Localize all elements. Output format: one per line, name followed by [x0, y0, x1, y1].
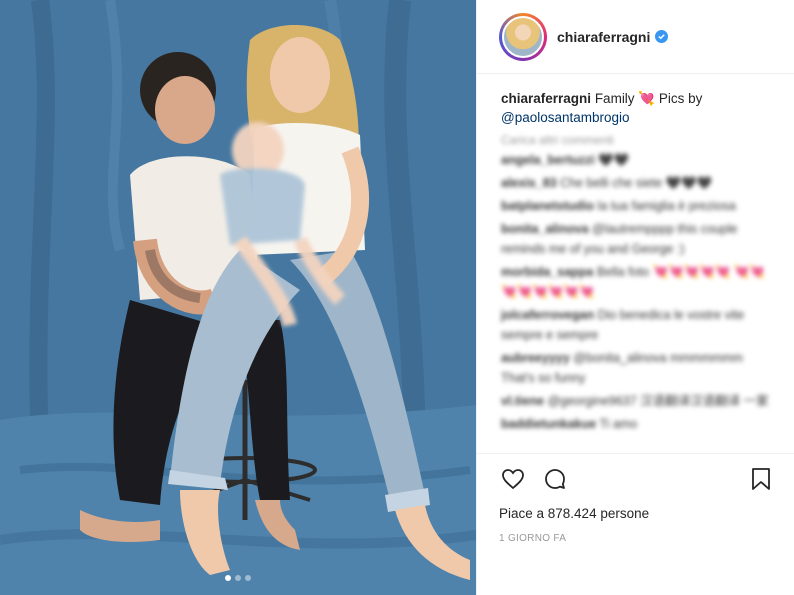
- bookmark-icon[interactable]: [747, 465, 775, 493]
- speech-bubble-icon[interactable]: [541, 465, 569, 493]
- comment-item: batplanetstudio la tua famiglia è prezio…: [501, 196, 773, 216]
- comment-item: vl.tiene @georgine9637 汉语翻译汉语翻译 一家: [501, 391, 773, 411]
- caption-author[interactable]: chiaraferragni: [501, 91, 591, 106]
- comment-item: baddietunkakue Ti amo: [501, 414, 773, 434]
- action-icons-row: [499, 464, 775, 494]
- comment-user[interactable]: alexis_83: [501, 176, 557, 190]
- avatar[interactable]: [502, 15, 544, 58]
- comment-text: @georgine9637 汉语翻译汉语翻译 一家: [547, 394, 769, 408]
- post-header: chiaraferragni: [477, 0, 794, 74]
- heart-icon[interactable]: [499, 465, 527, 493]
- comment-text: 🖤🖤: [598, 153, 630, 167]
- verified-badge-icon: [655, 30, 669, 43]
- post-actions: Piace a 878.424 persone 1 GIORNO FA: [477, 453, 794, 544]
- comment-user[interactable]: baddietunkakue: [501, 417, 596, 431]
- post-sidebar: chiaraferragni chiaraferragni Family 💘 P…: [476, 0, 794, 595]
- comment-text: Ti amo: [599, 417, 638, 431]
- comments-section[interactable]: chiaraferragni Family 💘 Pics by @paolosa…: [477, 75, 794, 453]
- carousel-dot-3[interactable]: [245, 575, 251, 581]
- post-timestamp[interactable]: 1 GIORNO FA: [499, 533, 775, 544]
- photo-illustration: [0, 0, 476, 595]
- comment-text: la tua famiglia è preziosa: [597, 199, 736, 213]
- comment-item: morbida_sappa Bella foto 💘💘💘💘💘 💘💘💘💘💘💘💘💘: [501, 262, 773, 302]
- comment-user[interactable]: morbida_sappa: [501, 265, 593, 279]
- carousel-dot-1[interactable]: [225, 575, 231, 581]
- comment-item: angela_bertuzzi 🖤🖤: [501, 150, 773, 170]
- header-username[interactable]: chiaraferragni: [557, 29, 650, 45]
- likes-count[interactable]: Piace a 878.424 persone: [499, 506, 775, 521]
- comment-item: jolcaferrovegan Dio benedica le vostre v…: [501, 305, 773, 345]
- comment-text: Che belli che siete 🖤🖤🖤: [560, 176, 713, 190]
- carousel-indicator: [225, 575, 251, 581]
- post-caption: chiaraferragni Family 💘 Pics by @paolosa…: [501, 89, 773, 127]
- comment-item: bonita_alinova @lautrempppp this couple …: [501, 219, 773, 259]
- load-more-comments[interactable]: Carica altri commenti: [501, 133, 773, 147]
- comment-item: aubreeyyyy @bonita_alinova mmmmmmm That'…: [501, 348, 773, 388]
- post-photo[interactable]: [0, 0, 476, 595]
- comment-user[interactable]: jolcaferrovegan: [501, 308, 594, 322]
- comment-user[interactable]: bonita_alinova: [501, 222, 589, 236]
- comment-user[interactable]: angela_bertuzzi: [501, 153, 595, 167]
- comment-user[interactable]: batplanetstudio: [501, 199, 594, 213]
- comment-user[interactable]: aubreeyyyy: [501, 351, 570, 365]
- story-ring[interactable]: [499, 12, 547, 61]
- caption-mention[interactable]: @paolosantambrogio: [501, 110, 630, 125]
- caption-text: Family 💘 Pics by: [594, 91, 703, 106]
- carousel-dot-2[interactable]: [235, 575, 241, 581]
- comment-user[interactable]: vl.tiene: [501, 394, 544, 408]
- comment-item: alexis_83 Che belli che siete 🖤🖤🖤: [501, 173, 773, 193]
